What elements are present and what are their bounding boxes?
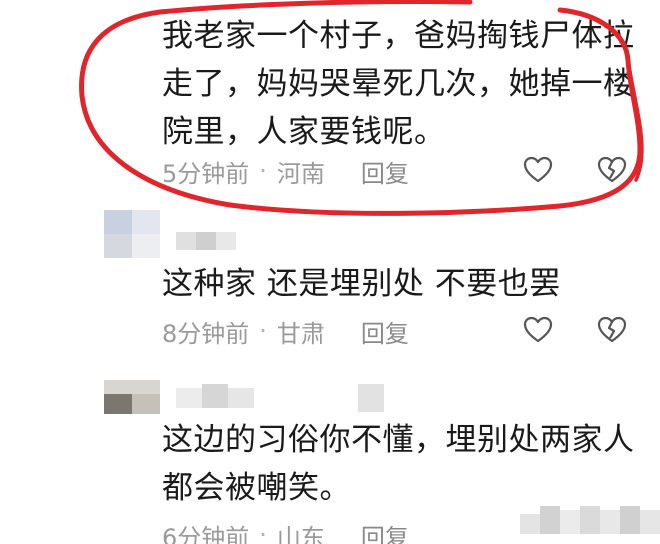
meta-separator: ·: [259, 157, 267, 185]
comment-location: 山东: [276, 523, 325, 544]
watermark: [520, 500, 660, 544]
comment-line: 我老家一个村子，爸妈掏钱尸体拉: [162, 18, 635, 54]
comment-text: 这边的习俗你不懂，埋别处两家人 都会被嘲笑。: [162, 416, 635, 512]
reply-button[interactable]: 回复: [361, 314, 409, 349]
reply-button[interactable]: 回复: [361, 154, 409, 189]
comment-time: 5分钟前: [162, 159, 250, 188]
comment-meta: 5分钟前 · 河南 回复: [162, 154, 409, 188]
heart-icon[interactable]: [522, 314, 554, 346]
comment-item: 这种家 还是埋别处 不要也罢 8分钟前 · 甘肃 回复: [0, 258, 660, 358]
username[interactable]: [176, 232, 236, 250]
comment-text: 这种家 还是埋别处 不要也罢: [162, 260, 561, 308]
comment-location: 河南: [276, 159, 325, 188]
broken-heart-icon[interactable]: [596, 154, 628, 186]
comment-meta: 8分钟前 · 甘肃 回复: [162, 314, 409, 348]
reply-button[interactable]: 回复: [361, 518, 409, 544]
username[interactable]: [176, 384, 386, 412]
comment-line: 走了，妈妈哭晕死几次，她掉一楼: [162, 66, 635, 102]
comment-line: 这边的习俗你不懂，埋别处两家人: [162, 422, 635, 458]
meta-separator: ·: [259, 521, 267, 544]
avatar[interactable]: [104, 210, 160, 258]
avatar[interactable]: [104, 380, 160, 414]
comment-line: 院里，人家要钱呢。: [162, 114, 446, 150]
comment-time: 8分钟前: [162, 319, 250, 348]
comment-item: 我老家一个村子，爸妈掏钱尸体拉 走了，妈妈哭晕死几次，她掉一楼 院里，人家要钱呢…: [0, 0, 660, 200]
comment-time: 6分钟前: [162, 523, 250, 544]
comment-thread: 我老家一个村子，爸妈掏钱尸体拉 走了，妈妈哭晕死几次，她掉一楼 院里，人家要钱呢…: [0, 0, 660, 544]
meta-separator: ·: [259, 317, 267, 345]
comment-location: 甘肃: [276, 319, 325, 348]
comment-meta: 6分钟前 · 山东 回复: [162, 518, 409, 544]
broken-heart-icon[interactable]: [596, 314, 628, 346]
comment-text: 我老家一个村子，爸妈掏钱尸体拉 走了，妈妈哭晕死几次，她掉一楼 院里，人家要钱呢…: [162, 12, 635, 156]
comment-line: 这种家 还是埋别处 不要也罢: [162, 266, 561, 302]
heart-icon[interactable]: [522, 154, 554, 186]
